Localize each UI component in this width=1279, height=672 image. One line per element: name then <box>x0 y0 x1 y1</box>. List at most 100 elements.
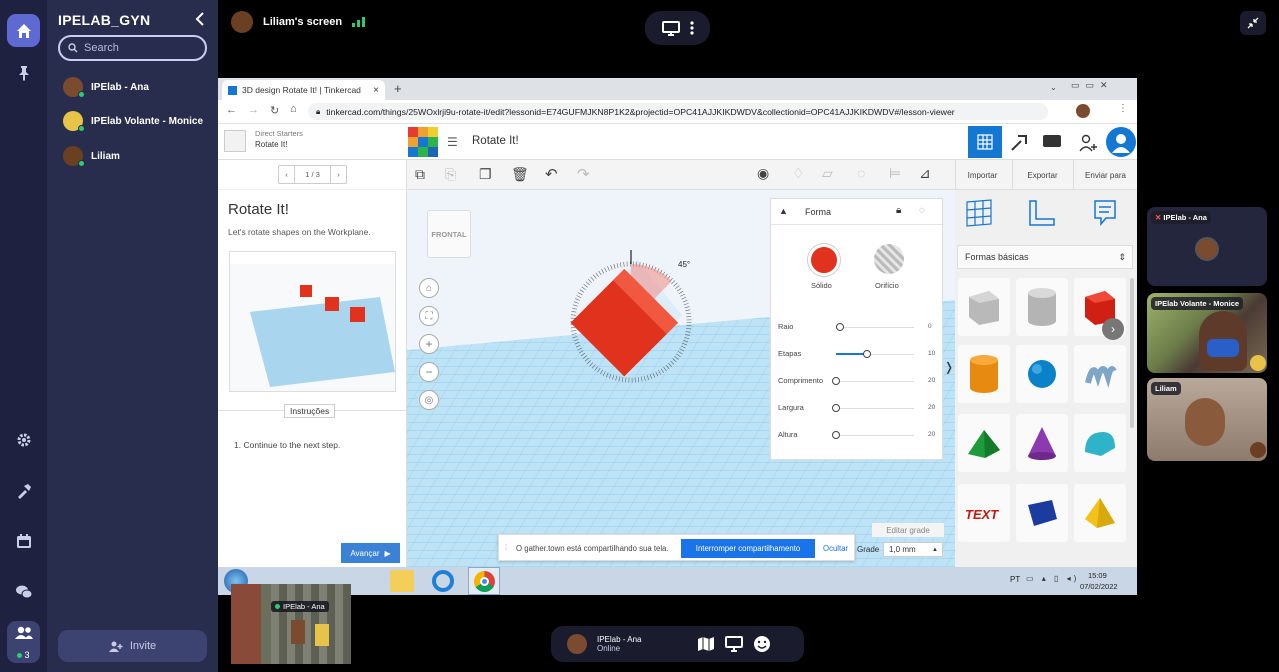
param-slider-track[interactable] <box>836 435 914 436</box>
param-value[interactable]: 20 <box>928 404 935 411</box>
add-user-icon[interactable] <box>1078 133 1098 158</box>
half-sphere-shape[interactable] <box>1074 414 1126 472</box>
paste-icon[interactable]: ⎘ <box>445 166 456 183</box>
self-status[interactable]: IPElab - Ana Online <box>597 635 687 653</box>
undo-icon[interactable]: ↶ <box>545 165 558 183</box>
emoji-icon[interactable] <box>753 635 771 653</box>
stop-sharing-button[interactable]: Interromper compartilhamento <box>681 539 815 558</box>
instructions-tab[interactable]: Instruções <box>284 404 336 418</box>
search-input[interactable]: Search <box>84 42 119 54</box>
expand-panel-icon[interactable]: ❭ <box>944 360 954 374</box>
browser-tab[interactable]: 3D design Rotate It! | Tinkercad × <box>222 80 385 100</box>
sphere-shape[interactable] <box>1016 345 1068 403</box>
home-button[interactable] <box>7 14 40 47</box>
redo-icon[interactable]: ↷ <box>577 165 590 183</box>
url-field[interactable]: 🔒︎ tinkercad.com/things/25WOxlrji9u-rota… <box>308 103 1048 120</box>
profile-avatar[interactable] <box>1076 104 1090 118</box>
param-value[interactable]: 20 <box>928 431 935 438</box>
delete-icon[interactable]: 🗑︎ <box>511 166 529 183</box>
settings-button[interactable] <box>7 423 40 456</box>
param-value[interactable]: 20 <box>928 377 935 384</box>
notes-icon[interactable]: ◉ <box>757 165 769 182</box>
duplicate-icon[interactable]: ❐ <box>479 166 492 183</box>
video-tile[interactable]: Liliam <box>1147 378 1267 461</box>
breadcrumb-parent[interactable]: Direct Starters <box>255 129 303 138</box>
visibility-icon[interactable]: ◌ <box>919 205 925 216</box>
param-slider-knob[interactable] <box>835 323 844 331</box>
window-controls-icon[interactable]: ▭▭✕ <box>1071 80 1114 91</box>
scribble-shape[interactable] <box>1074 345 1126 403</box>
back-icon[interactable]: ← <box>226 104 237 116</box>
invite-button[interactable]: Invite <box>58 630 207 662</box>
page-indicator[interactable]: 1 / 3 <box>295 166 330 183</box>
param-row-1[interactable]: Etapas 10 <box>778 349 935 361</box>
home-view-icon[interactable]: ⌂ <box>419 278 439 298</box>
param-value[interactable]: 0 <box>928 323 932 330</box>
next-page-button[interactable]: › <box>330 166 346 183</box>
more-options-icon[interactable] <box>689 21 694 35</box>
chat-button[interactable] <box>7 575 40 608</box>
edit-grid-button[interactable]: Editar grade <box>872 523 944 537</box>
forward-icon[interactable]: → <box>248 104 259 116</box>
bulb-icon[interactable]: ♢ <box>792 165 805 182</box>
screen-share-icon[interactable] <box>725 636 743 652</box>
text-shape[interactable]: TEXT <box>958 484 1010 542</box>
user-avatar[interactable] <box>1106 127 1136 157</box>
param-slider-track[interactable] <box>836 381 914 382</box>
library-scrollbar[interactable] <box>1130 278 1134 428</box>
param-slider-knob[interactable] <box>832 431 840 439</box>
zoom-out-icon[interactable]: − <box>419 362 439 382</box>
workplane-tool-icon[interactable] <box>965 198 993 228</box>
collapse-icon[interactable]: ▲ <box>779 206 788 216</box>
export-button[interactable]: Exportar <box>1012 160 1072 190</box>
param-slider-track[interactable] <box>836 327 914 328</box>
bricks-icon[interactable] <box>1043 135 1061 147</box>
next-step-button[interactable]: Avançar ▶ <box>341 543 400 563</box>
menu-icon[interactable]: ⋮ <box>1118 103 1128 114</box>
align-icon[interactable]: ⊨ <box>889 165 901 182</box>
close-tab-icon[interactable]: × <box>373 85 379 96</box>
search-box[interactable]: Search <box>58 35 207 61</box>
cylinder-hole-shape[interactable] <box>1016 278 1068 336</box>
tinkercad-logo[interactable] <box>408 127 438 157</box>
solid-color-swatch[interactable] <box>808 244 840 276</box>
import-button[interactable]: Importar <box>955 160 1009 190</box>
ungroup-icon[interactable]: ◌ <box>857 165 865 181</box>
ie-icon[interactable] <box>432 570 454 592</box>
pin-button[interactable] <box>7 56 40 89</box>
param-row-3[interactable]: Largura 20 <box>778 403 935 415</box>
design-menu-icon[interactable]: ☰ <box>447 135 458 149</box>
collapse-chevron-icon[interactable] <box>195 12 205 29</box>
group-icon[interactable]: ▱ <box>822 165 833 182</box>
hole-swatch[interactable] <box>874 244 904 274</box>
video-tile[interactable]: IPElab Volante - Monice <box>1147 293 1267 373</box>
grid-select[interactable]: 1,0 mm ▲ <box>883 542 943 557</box>
map-icon[interactable] <box>697 636 715 652</box>
param-row-2[interactable]: Comprimento 20 <box>778 376 935 388</box>
perspective-icon[interactable]: ◎ <box>419 390 439 410</box>
param-row-4[interactable]: Altura 20 <box>778 430 935 442</box>
user-item[interactable]: IPElab Volante - Monice <box>63 110 203 132</box>
drag-handle-icon[interactable]: ⁞ <box>505 543 507 552</box>
user-item[interactable]: IPElab - Ana <box>63 76 149 98</box>
reload-icon[interactable]: ↻ <box>270 104 279 117</box>
calendar-button[interactable] <box>7 524 40 557</box>
param-slider-knob[interactable] <box>863 350 872 358</box>
notes-tool-icon[interactable] <box>1093 198 1117 228</box>
next-shapes-icon[interactable]: › <box>1102 318 1124 340</box>
tab-search-icon[interactable]: ⌄ <box>1050 83 1057 92</box>
cone-shape[interactable] <box>1016 414 1068 472</box>
workplane-viewport[interactable]: FRONTAL 45° ⌂ ⛶ + − ◎ ▲ Forma 🔒︎ ◌ Sólid… <box>407 190 955 567</box>
monitor-icon[interactable] <box>661 20 680 36</box>
fit-view-icon[interactable]: ⛶ <box>419 306 439 326</box>
polygon-shape[interactable] <box>1016 484 1068 542</box>
minimap[interactable]: IPElab - Ana <box>231 584 351 664</box>
build-button[interactable] <box>7 474 40 507</box>
param-slider-knob[interactable] <box>832 377 840 385</box>
3d-view-button[interactable] <box>968 126 1002 158</box>
view-cube[interactable]: FRONTAL <box>427 210 471 258</box>
cylinder-shape[interactable] <box>958 345 1010 403</box>
video-tile[interactable]: ✕ IPElab - Ana <box>1147 207 1267 286</box>
copy-icon[interactable]: ⧉ <box>415 166 425 183</box>
home-icon[interactable]: ⌂ <box>290 103 297 115</box>
